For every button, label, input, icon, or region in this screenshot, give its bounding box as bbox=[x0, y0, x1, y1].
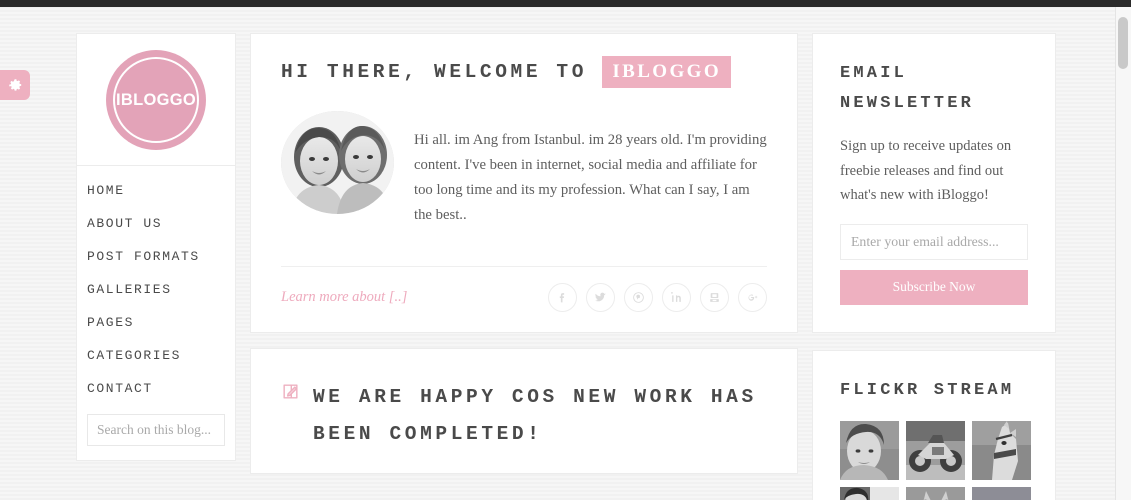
intro-title-prefix: HI THERE, WELCOME TO bbox=[281, 61, 588, 83]
browser-top-bar bbox=[0, 0, 1131, 7]
avatar bbox=[281, 111, 394, 214]
newsletter-title: EMAIL NEWSLETTER bbox=[840, 64, 975, 113]
post-title-row: WE ARE HAPPY COS NEW WORK HAS BEEN COMPL… bbox=[281, 379, 767, 453]
intro-title: HI THERE, WELCOME TO IBLOGGO bbox=[281, 56, 767, 88]
left-sidebar: IBLOGGO HOME ABOUT US POST FORMATS GALLE… bbox=[76, 33, 236, 461]
nav-item-home[interactable]: HOME bbox=[77, 174, 235, 207]
blog-post: WE ARE HAPPY COS NEW WORK HAS BEEN COMPL… bbox=[250, 348, 798, 475]
flickr-thumb-horse[interactable] bbox=[972, 420, 1031, 480]
logo-circle: IBLOGGO bbox=[106, 50, 206, 150]
facebook-icon[interactable] bbox=[548, 283, 577, 313]
flickr-thumb-pyramid[interactable] bbox=[972, 486, 1031, 500]
site-logo[interactable]: IBLOGGO bbox=[76, 33, 236, 166]
page-root: IBLOGGO HOME ABOUT US POST FORMATS GALLE… bbox=[0, 0, 1131, 500]
vertical-scrollbar[interactable] bbox=[1115, 7, 1131, 500]
flickr-thumb-person[interactable] bbox=[840, 486, 899, 500]
flickr-thumb-cat[interactable] bbox=[906, 486, 965, 500]
page-layout: IBLOGGO HOME ABOUT US POST FORMATS GALLE… bbox=[76, 33, 1086, 500]
flickr-thumb-portrait[interactable] bbox=[840, 420, 899, 480]
intro-text: Hi all. im Ang from Istanbul. im 28 year… bbox=[414, 131, 767, 223]
pinterest-icon[interactable] bbox=[624, 283, 653, 313]
search-input[interactable] bbox=[87, 414, 225, 446]
settings-gear-tab[interactable] bbox=[0, 70, 30, 100]
search-wrapper bbox=[77, 405, 235, 446]
social-links bbox=[548, 283, 767, 313]
newsletter-widget: EMAIL NEWSLETTER Sign up to receive upda… bbox=[812, 33, 1056, 333]
intro-footer: Learn more about [..] bbox=[281, 266, 767, 313]
nav-item-pages[interactable]: PAGES bbox=[77, 306, 235, 339]
twitter-icon[interactable] bbox=[586, 283, 615, 313]
post-title[interactable]: WE ARE HAPPY COS NEW WORK HAS BEEN COMPL… bbox=[313, 379, 767, 453]
intro-title-highlight: IBLOGGO bbox=[602, 56, 732, 88]
flickr-grid bbox=[840, 420, 1031, 500]
nav-item-categories[interactable]: CATEGORIES bbox=[77, 339, 235, 372]
flickr-title: FLICKR STREAM bbox=[840, 380, 1015, 400]
gear-icon bbox=[8, 78, 23, 93]
intro-body: Hi all. im Ang from Istanbul. im 28 year… bbox=[281, 111, 767, 242]
email-field[interactable] bbox=[840, 223, 1028, 260]
main-navigation: HOME ABOUT US POST FORMATS GALLERIES PAG… bbox=[76, 166, 236, 461]
linkedin-icon[interactable] bbox=[662, 283, 691, 313]
main-content: HI THERE, WELCOME TO IBLOGGO Hi all. im … bbox=[250, 33, 798, 475]
youtube-icon[interactable] bbox=[700, 283, 729, 313]
learn-more-link[interactable]: Learn more about [..] bbox=[281, 289, 407, 306]
subscribe-button[interactable]: Subscribe Now bbox=[840, 269, 1028, 305]
flickr-thumb-motorcycle[interactable] bbox=[906, 420, 965, 480]
edit-pencil-icon bbox=[281, 382, 300, 406]
right-sidebar: EMAIL NEWSLETTER Sign up to receive upda… bbox=[812, 33, 1056, 500]
nav-item-galleries[interactable]: GALLERIES bbox=[77, 273, 235, 306]
flickr-widget: FLICKR STREAM bbox=[812, 349, 1056, 500]
googleplus-icon[interactable] bbox=[738, 283, 767, 313]
nav-item-post-formats[interactable]: POST FORMATS bbox=[77, 240, 235, 273]
nav-item-about-us[interactable]: ABOUT US bbox=[77, 207, 235, 240]
logo-text: IBLOGGO bbox=[115, 90, 197, 109]
newsletter-description: Sign up to receive updates on freebie re… bbox=[840, 138, 1012, 203]
nav-item-contact[interactable]: CONTACT bbox=[77, 372, 235, 405]
intro-post: HI THERE, WELCOME TO IBLOGGO Hi all. im … bbox=[250, 33, 798, 334]
scrollbar-thumb[interactable] bbox=[1118, 17, 1128, 69]
